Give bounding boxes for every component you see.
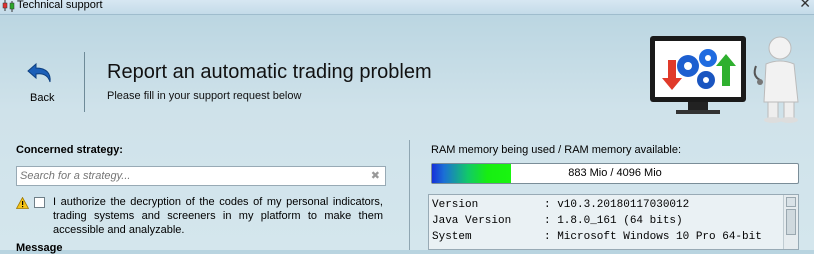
info-scrollbar[interactable]	[783, 195, 798, 249]
strategy-search-input[interactable]	[20, 169, 360, 183]
support-monitor-illustration	[650, 36, 799, 123]
consent-text: I authorize the decryption of the codes …	[53, 196, 383, 236]
scroll-up-button[interactable]	[786, 197, 796, 207]
title-bar: Technical support ✕	[0, 0, 814, 15]
message-label: Message	[16, 242, 63, 254]
info-row-version: Version: v10.3.20180117030012	[432, 199, 690, 211]
back-button[interactable]: Back	[20, 58, 66, 108]
panel-divider	[409, 140, 410, 250]
ram-usage-bar: 883 Mio / 4096 Mio	[431, 163, 799, 184]
header-divider	[84, 52, 85, 112]
window-title: Technical support	[17, 0, 103, 11]
page-title: Report an automatic trading problem	[107, 61, 432, 83]
info-row-java: Java Version: 1.8.0_161 (64 bits)	[432, 215, 683, 227]
warning-icon	[16, 197, 29, 209]
close-icon[interactable]: ✕	[799, 0, 811, 11]
info-row-system: System: Microsoft Windows 10 Pro 64-bit	[432, 231, 762, 243]
strategy-search-field[interactable]: ✖	[16, 166, 386, 186]
strategy-label: Concerned strategy:	[16, 144, 123, 156]
back-arrow-icon	[27, 62, 51, 83]
system-info-box[interactable]: Version: v10.3.20180117030012 Java Versi…	[428, 194, 799, 250]
ram-usage-text: 883 Mio / 4096 Mio	[568, 167, 662, 179]
ram-label: RAM memory being used / RAM memory avail…	[431, 144, 682, 156]
back-label: Back	[30, 92, 55, 104]
consent-checkbox[interactable]	[34, 197, 45, 208]
clear-icon[interactable]: ✖	[371, 169, 380, 183]
page-subtitle: Please fill in your support request belo…	[107, 90, 302, 102]
scroll-thumb[interactable]	[786, 209, 796, 235]
candlestick-chart-icon	[2, 0, 15, 12]
